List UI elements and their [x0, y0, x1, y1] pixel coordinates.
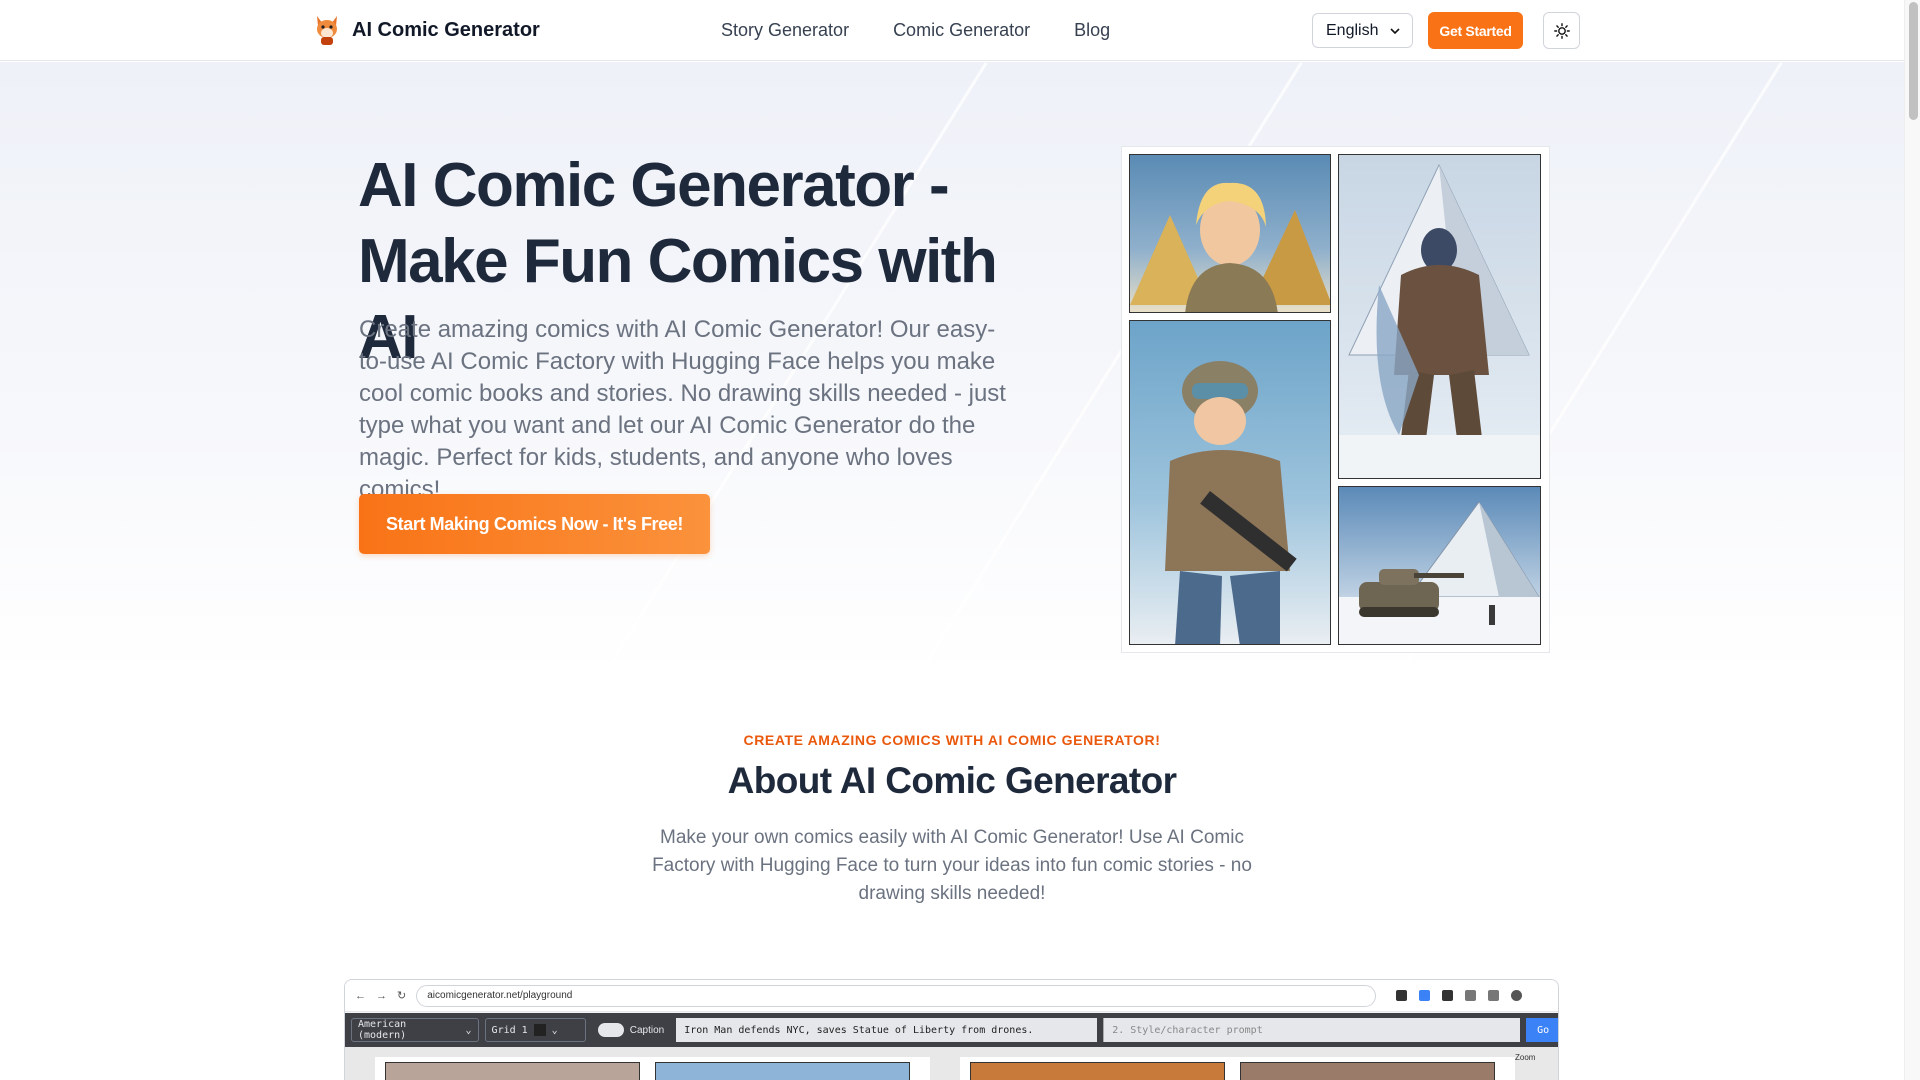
get-started-button[interactable]: Get Started	[1428, 12, 1523, 49]
hero-title-line1: AI Comic Generator -	[358, 151, 950, 220]
comic-thumb	[385, 1062, 640, 1080]
grid-select: Grid 1 ⌄	[484, 1018, 586, 1042]
chevron-down-icon	[1390, 27, 1400, 34]
comic-page-preview	[375, 1057, 930, 1080]
extension-icon	[1442, 990, 1454, 1001]
scrollbar-thumb[interactable]	[1909, 2, 1918, 120]
start-making-comics-button[interactable]: Start Making Comics Now - It's Free!	[359, 494, 710, 554]
go-button: Go	[1526, 1018, 1558, 1042]
playground-canvas: Zoom	[345, 1047, 1558, 1080]
brand[interactable]: AI Comic Generator	[314, 10, 540, 50]
forward-arrow-icon: →	[376, 989, 387, 1002]
nav-links: Story Generator Comic Generator Blog	[721, 0, 1110, 61]
hero-section: AI Comic Generator - Make Fun Comics wit…	[0, 62, 1904, 674]
sidebar-icon	[1488, 990, 1500, 1001]
comic-thumb	[1240, 1062, 1495, 1080]
comic-panel-warrior	[1338, 154, 1541, 479]
about-description: Make your own comics easily with AI Comi…	[652, 827, 1252, 904]
playground-screenshot: ← → ↻ aicomicgenerator.net/playground Am…	[344, 979, 1559, 1080]
extension-icon	[1396, 990, 1408, 1001]
sun-icon	[1553, 22, 1570, 39]
top-navbar: AI Comic Generator Story Generator Comic…	[0, 0, 1904, 61]
browser-url: aicomicgenerator.net/playground	[427, 990, 573, 1001]
reload-icon: ↻	[397, 990, 407, 1002]
story-prompt-field: Iron Man defends NYC, saves Statue of Li…	[676, 1018, 1098, 1042]
page-scrollbar[interactable]	[1904, 0, 1920, 1080]
comic-panel-soldier	[1129, 320, 1331, 645]
comic-thumb	[655, 1062, 910, 1080]
zoom-label: Zoom	[1515, 1053, 1536, 1062]
back-arrow-icon: ←	[355, 989, 366, 1002]
playground-toolbar: American (modern) ⌄ Grid 1 ⌄ Caption Iron…	[345, 1013, 1558, 1047]
browser-url-bar: aicomicgenerator.net/playground	[416, 984, 1377, 1007]
style-prompt-field: 2. Style/character prompt	[1103, 1018, 1521, 1042]
nav-link-blog[interactable]: Blog	[1074, 20, 1110, 41]
language-select[interactable]: English	[1312, 13, 1413, 48]
profile-icon	[1511, 990, 1523, 1001]
comic-thumb	[970, 1062, 1225, 1080]
hero-description: Create amazing comics with AI Comic Gene…	[359, 316, 1006, 503]
caption-toggle	[597, 1023, 624, 1037]
comic-preview-image	[1121, 146, 1550, 653]
caption-label: Caption	[629, 1024, 665, 1036]
extension-icon	[1419, 990, 1431, 1001]
grid-icon	[533, 1024, 546, 1036]
theme-toggle-button[interactable]	[1543, 12, 1580, 49]
grid-select-value: Grid 1	[491, 1024, 528, 1036]
about-eyebrow: CREATE AMAZING COMICS WITH AI COMIC GENE…	[743, 732, 1161, 748]
extension-icon	[1465, 990, 1477, 1001]
fox-logo-icon	[317, 16, 337, 45]
brand-name: AI Comic Generator	[352, 18, 540, 41]
nav-link-story-generator[interactable]: Story Generator	[721, 20, 849, 41]
language-value: English	[1326, 21, 1379, 39]
nav-link-comic-generator[interactable]: Comic Generator	[893, 20, 1030, 41]
browser-bar: ← → ↻ aicomicgenerator.net/playground	[345, 980, 1558, 1012]
comic-page-preview	[960, 1057, 1515, 1080]
comic-panel-tank	[1338, 486, 1541, 645]
about-title: About AI Comic Generator	[727, 760, 1177, 801]
browser-extensions	[1396, 990, 1523, 1001]
style-select-value: American (modern)	[358, 1019, 407, 1041]
style-select: American (modern) ⌄	[351, 1018, 479, 1042]
comic-panel-woman	[1129, 154, 1331, 313]
